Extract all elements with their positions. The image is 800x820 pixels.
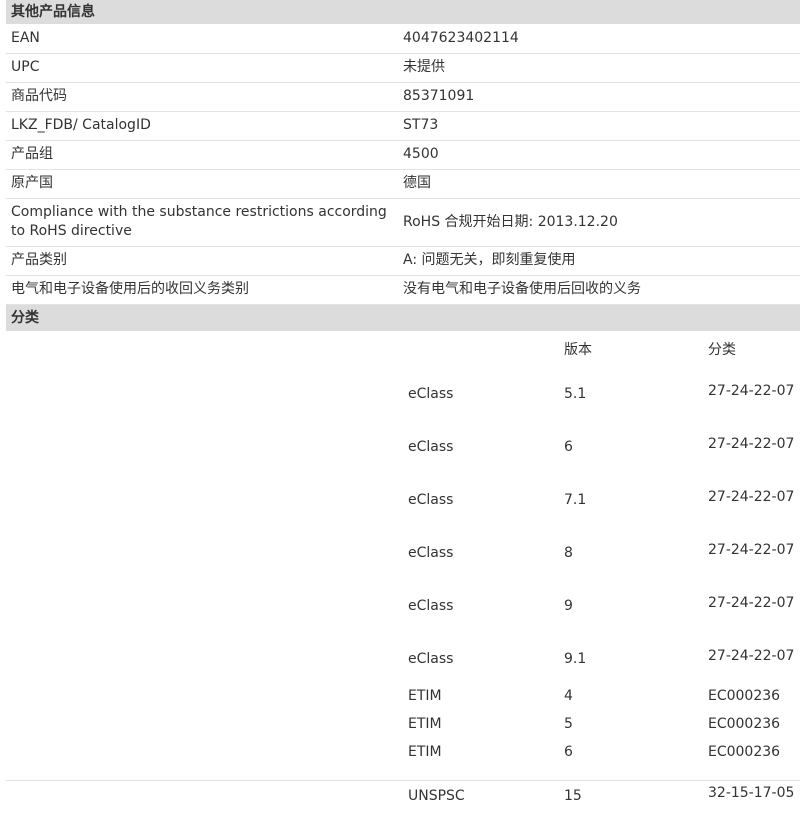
col-system-header (408, 337, 564, 365)
class-code: 27-24-22-07 (708, 488, 795, 505)
info-value: 未提供 (403, 53, 800, 83)
info-row-upc: UPC 未提供 (6, 53, 800, 83)
info-label: Compliance with the substance restrictio… (6, 198, 403, 247)
info-label: 产品类别 (6, 246, 403, 276)
class-system: eClass (408, 438, 454, 455)
classification-section: 版本 分类 eClass 5.1 27-24-22-07 eClass 6 27… (6, 331, 800, 804)
info-row-ean: EAN 4047623402114 (6, 24, 800, 54)
class-system: eClass (408, 597, 454, 614)
class-code: EC000236 (708, 744, 781, 760)
class-system: UNSPSC (408, 787, 465, 804)
info-row-product-group: 产品组 4500 (6, 140, 800, 170)
class-version: 7.1 (564, 491, 587, 508)
table-row: ETIM 6 EC000236 (408, 739, 800, 767)
info-value: RoHS 合规开始日期: 2013.12.20 (403, 198, 800, 247)
class-version: 15 (564, 787, 582, 804)
class-version: 5.1 (564, 385, 587, 402)
info-row-weee-category: 电气和电子设备使用后的收回义务类别 没有电气和电子设备使用后回收的义务 (6, 275, 800, 305)
info-value: 4047623402114 (403, 24, 800, 54)
class-system: ETIM (408, 716, 442, 732)
other-info-table: EAN 4047623402114 UPC 未提供 商品代码 85371091 … (6, 24, 800, 305)
info-label: 产品组 (6, 140, 403, 170)
class-system: eClass (408, 650, 454, 667)
info-value: 没有电气和电子设备使用后回收的义务 (403, 275, 800, 305)
class-version: 8 (564, 544, 573, 561)
info-row-rohs: Compliance with the substance restrictio… (6, 198, 800, 247)
info-label: 原产国 (6, 169, 403, 199)
col-version-header: 版本 (564, 342, 592, 358)
class-code: 27-24-22-07 (708, 647, 795, 664)
info-row-country-of-origin: 原产国 德国 (6, 169, 800, 199)
table-row: eClass 8 27-24-22-07 (408, 524, 800, 577)
info-row-catalog-id: LKZ_FDB/ CatalogID ST73 (6, 111, 800, 141)
class-version: 9.1 (564, 650, 587, 667)
class-code: EC000236 (708, 688, 781, 704)
info-value: ST73 (403, 111, 800, 141)
class-code: EC000236 (708, 716, 781, 732)
classification-table: 版本 分类 eClass 5.1 27-24-22-07 eClass 6 27… (408, 337, 800, 820)
class-system: eClass (408, 491, 454, 508)
info-label: LKZ_FDB/ CatalogID (6, 111, 403, 141)
class-version: 9 (564, 597, 573, 614)
class-code: 27-24-22-07 (708, 435, 795, 452)
table-row: eClass 6 27-24-22-07 (408, 418, 800, 471)
table-row: eClass 9 27-24-22-07 (408, 577, 800, 630)
info-row-product-category: 产品类别 A: 问题无关，即刻重复使用 (6, 246, 800, 276)
class-code: 32-15-17-05 (708, 784, 795, 801)
class-code: 27-24-22-07 (708, 382, 795, 399)
info-label: 商品代码 (6, 82, 403, 112)
info-row-commodity-code: 商品代码 85371091 (6, 82, 800, 112)
table-row: eClass 9.1 27-24-22-07 (408, 630, 800, 683)
class-version: 6 (564, 438, 573, 455)
class-version: 4 (564, 688, 573, 704)
class-system: ETIM (408, 688, 442, 704)
class-version: 5 (564, 716, 573, 732)
info-label: UPC (6, 53, 403, 83)
info-label: 电气和电子设备使用后的收回义务类别 (6, 275, 403, 305)
other-info-header: 其他产品信息 (6, 0, 800, 24)
table-row: eClass 5.1 27-24-22-07 (408, 365, 800, 418)
table-row: ETIM 4 EC000236 (408, 683, 800, 711)
table-row: eClass 7.1 27-24-22-07 (408, 471, 800, 524)
class-version: 6 (564, 744, 573, 760)
table-row: ETIM 5 EC000236 (408, 711, 800, 739)
product-info-page: 其他产品信息 EAN 4047623402114 UPC 未提供 商品代码 85… (0, 0, 800, 804)
class-code: 27-24-22-07 (708, 594, 795, 611)
classification-header-row: 版本 分类 (408, 337, 800, 365)
classification-header: 分类 (6, 304, 800, 331)
info-value: 4500 (403, 140, 800, 170)
class-system: eClass (408, 544, 454, 561)
class-code: 27-24-22-07 (708, 541, 795, 558)
col-class-header: 分类 (708, 342, 736, 358)
class-system: eClass (408, 385, 454, 402)
info-value: 85371091 (403, 82, 800, 112)
info-label: EAN (6, 24, 403, 54)
info-value: 德国 (403, 169, 800, 199)
info-value: A: 问题无关，即刻重复使用 (403, 246, 800, 276)
table-row: UNSPSC 15 32-15-17-05 (408, 767, 800, 820)
class-system: ETIM (408, 744, 442, 760)
